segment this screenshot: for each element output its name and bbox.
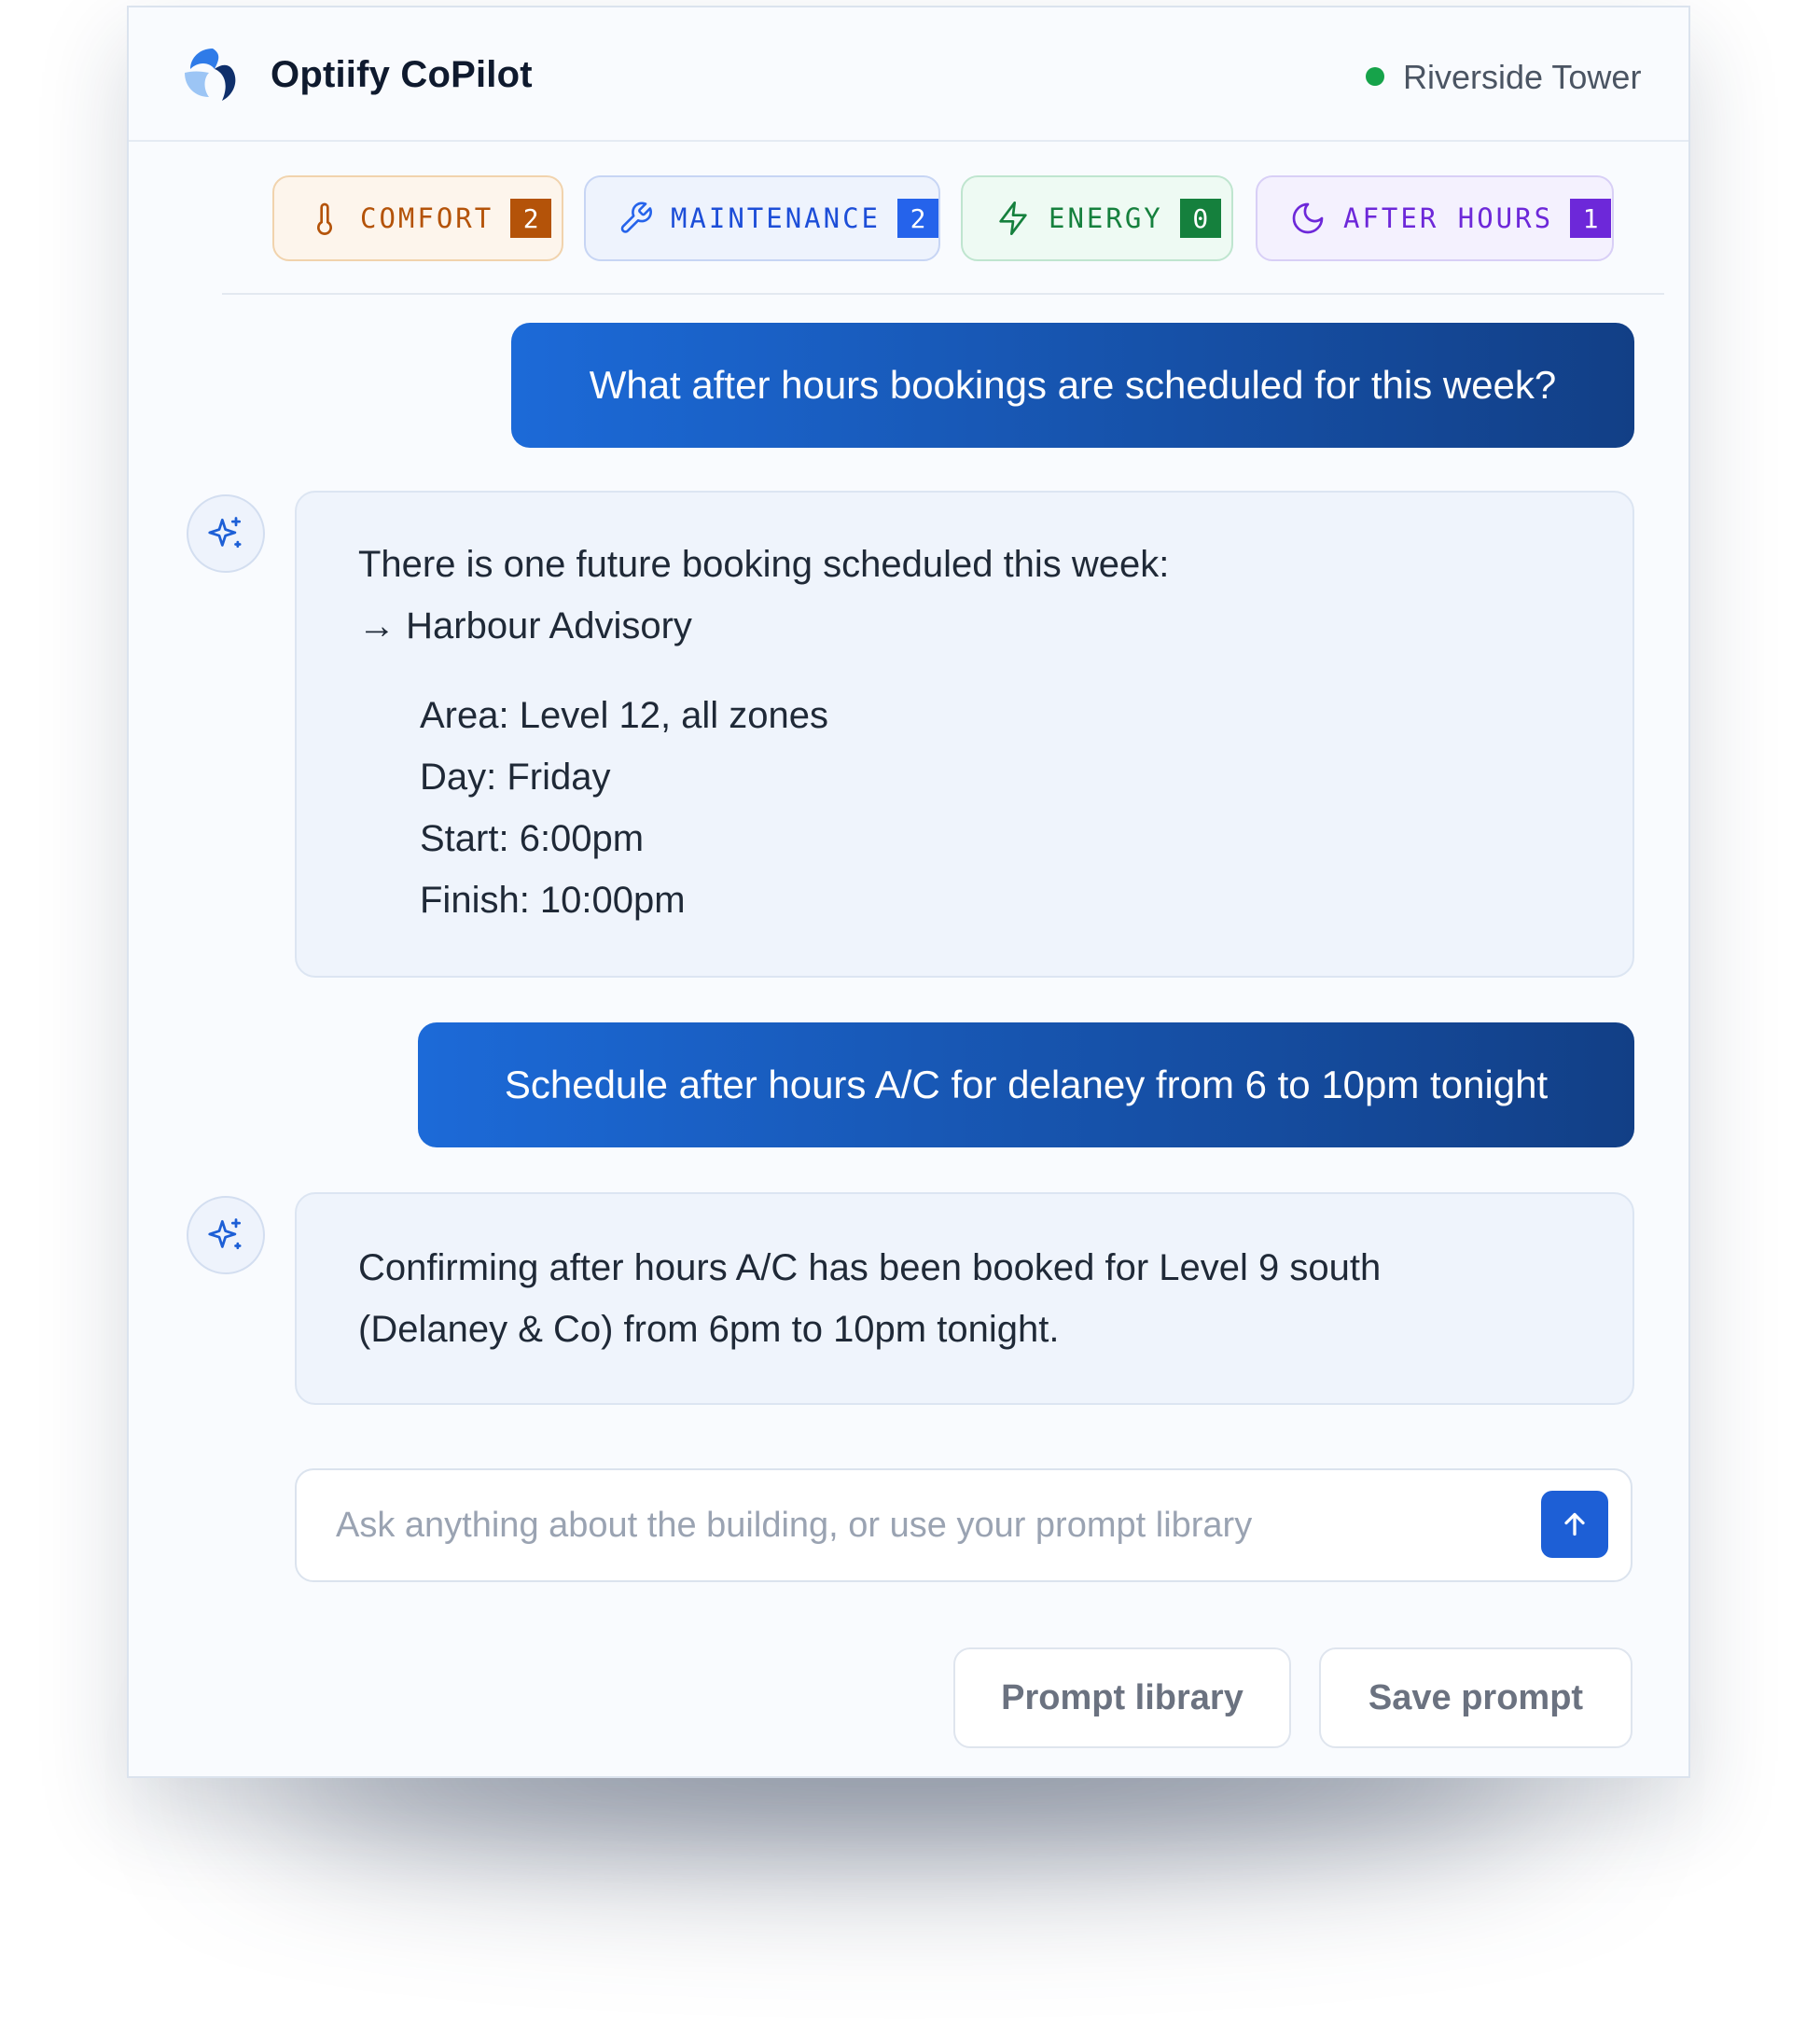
user-message-text: What after hours bookings are scheduled …: [589, 363, 1557, 407]
moon-icon: [1292, 202, 1324, 234]
prompt-library-button[interactable]: Prompt library: [953, 1647, 1291, 1748]
arrow-up-icon: [1564, 1512, 1585, 1536]
count-badge: 1: [1570, 199, 1612, 238]
chips-divider: [222, 293, 1664, 295]
category-chip-energy[interactable]: ENERGY 0: [961, 175, 1233, 261]
chip-label: MAINTENANCE: [670, 202, 881, 234]
count-badge: 2: [897, 199, 938, 238]
booking-area: Area: Level 12, all zones: [420, 695, 829, 736]
send-button[interactable]: [1541, 1491, 1608, 1558]
sparkles-icon: [208, 1218, 242, 1250]
assistant-avatar: [187, 1196, 265, 1274]
chip-label: AFTER HOURS: [1343, 202, 1554, 234]
assistant-avatar: [187, 494, 265, 573]
save-prompt-button[interactable]: Save prompt: [1319, 1647, 1632, 1748]
lightning-icon: [999, 202, 1027, 236]
booking-start: Start: 6:00pm: [420, 818, 645, 859]
category-chip-after-hours[interactable]: AFTER HOURS 1: [1256, 175, 1614, 261]
building-selector[interactable]: Riverside Tower: [1403, 58, 1641, 97]
optiify-logo-icon: [185, 49, 236, 101]
online-status-indicator: [1366, 67, 1384, 86]
count-badge: 2: [510, 199, 552, 238]
assistant-message-line-2: (Delaney & Co) from 6pm to 10pm tonight.: [358, 1309, 1060, 1350]
user-message: Schedule after hours A/C for delaney fro…: [418, 1022, 1634, 1147]
copilot-window: Optiify CoPilot Riverside Tower COMFORT …: [127, 6, 1690, 1778]
assistant-message: Confirming after hours A/C has been book…: [295, 1192, 1634, 1405]
booking-tenant: → Harbour Advisory: [358, 605, 692, 646]
app-header: Optiify CoPilot Riverside Tower: [129, 7, 1688, 142]
booking-day: Day: Friday: [420, 757, 611, 798]
category-chip-maintenance[interactable]: MAINTENANCE 2: [584, 175, 940, 261]
wrench-icon: [620, 202, 652, 233]
count-badge: 0: [1179, 199, 1221, 238]
booking-finish: Finish: 10:00pm: [420, 880, 686, 921]
user-message-text: Schedule after hours A/C for delaney fro…: [504, 1063, 1549, 1106]
assistant-message: There is one future booking scheduled th…: [295, 491, 1634, 978]
chip-label: ENERGY: [1049, 202, 1163, 234]
thermometer-icon: [317, 202, 332, 235]
app-title: Optiify CoPilot: [271, 54, 533, 95]
sparkles-icon: [208, 517, 242, 549]
category-chip-comfort[interactable]: COMFORT 2: [272, 175, 563, 261]
assistant-message-line-1: Confirming after hours A/C has been book…: [358, 1247, 1382, 1288]
user-message: What after hours bookings are scheduled …: [511, 323, 1634, 448]
prompt-input[interactable]: [336, 1493, 1502, 1558]
assistant-message-intro: There is one future booking scheduled th…: [358, 544, 1170, 585]
message-composer: [295, 1468, 1632, 1582]
chip-label: COMFORT: [360, 202, 494, 234]
